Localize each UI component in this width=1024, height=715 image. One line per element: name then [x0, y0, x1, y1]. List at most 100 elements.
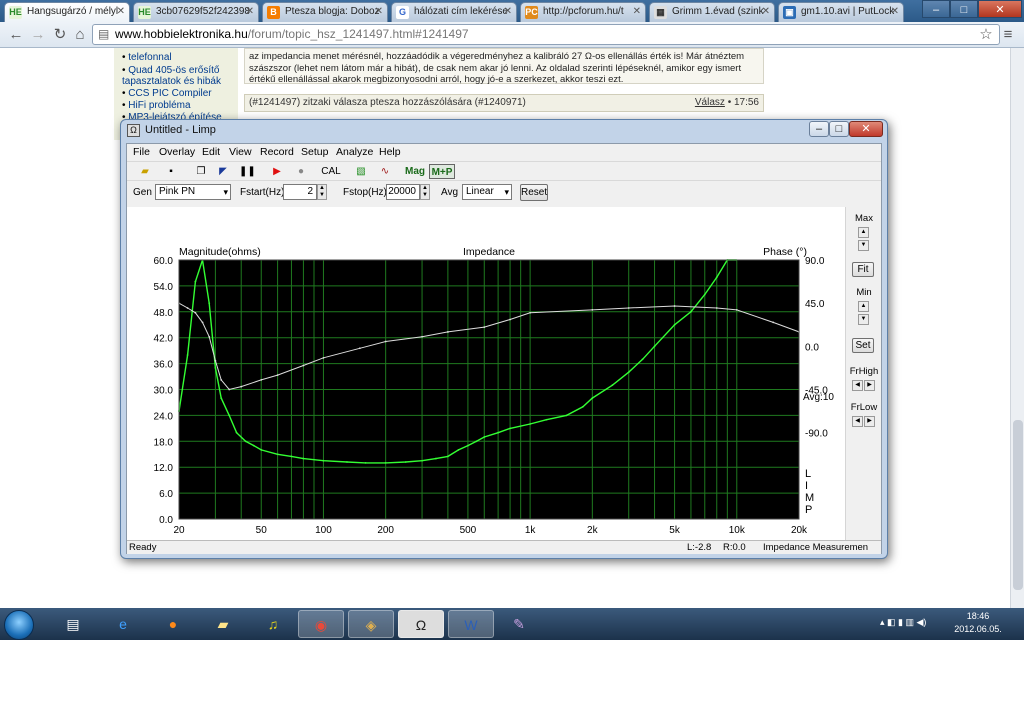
frlow-left-button[interactable]: ◀ — [852, 416, 863, 427]
status-mode: Impedance Measuremen — [763, 542, 869, 553]
page-scrollbar[interactable] — [1010, 48, 1024, 608]
system-tray[interactable]: ▴ ◧ ▮ ▥ ◀) — [880, 617, 926, 628]
menu-help[interactable]: Help — [379, 144, 401, 161]
magnitude-button[interactable]: Mag — [403, 164, 427, 179]
magnitude-point — [194, 280, 197, 283]
magnitude-point — [434, 457, 437, 460]
record-icon[interactable]: ● — [293, 164, 309, 179]
browser-minimize-button[interactable]: – — [922, 0, 950, 18]
explorer-icon[interactable]: ▤ — [50, 610, 96, 638]
limp-close-button[interactable]: ✕ — [849, 121, 883, 137]
home-icon[interactable]: ⌂ — [70, 25, 90, 45]
fstop-spinner[interactable]: ▲ ▼ — [420, 184, 430, 200]
menu-view[interactable]: View — [229, 144, 252, 161]
wrench-menu-icon[interactable]: ≡ — [998, 25, 1018, 45]
tab-close-icon[interactable]: ✕ — [762, 3, 770, 21]
back-arrow-icon[interactable]: ← — [6, 25, 26, 45]
magnitude-point — [186, 354, 189, 356]
reply-link[interactable]: Válasz — [695, 97, 725, 108]
reply-header-text: (#1241497) zitzaki válasza ptesza hozzás… — [249, 97, 526, 108]
media-player-icon[interactable]: ◈ — [348, 610, 394, 638]
browser-close-button[interactable]: ✕ — [978, 0, 1022, 18]
fstart-spinner[interactable]: ▲ ▼ — [317, 184, 327, 200]
scrollbar-thumb[interactable] — [1013, 420, 1023, 590]
address-bar[interactable]: ▤ www.hobbielektronika.hu/forum/topic_hs… — [92, 24, 1000, 45]
generator-select[interactable]: Pink PN — [155, 184, 231, 200]
save-disk-icon[interactable]: ▪ — [163, 164, 179, 179]
reply-header: (#1241497) zitzaki válasza ptesza hozzás… — [244, 94, 764, 112]
menu-analyze[interactable]: Analyze — [336, 144, 373, 161]
folder-icon[interactable]: ▰ — [200, 610, 246, 638]
y-tick-label: 54.0 — [154, 282, 174, 293]
mag-phase-button[interactable]: M+P — [429, 164, 455, 179]
firefox-icon[interactable]: ● — [150, 610, 196, 638]
sidebar-link-4[interactable]: HiFi probléma — [122, 100, 240, 111]
start-button[interactable] — [4, 610, 34, 640]
chart-svg[interactable]: 0.0 6.0 12.0 18.0 24.0 30.0 36.0 42.0 48.0 54.0 60… — [127, 207, 845, 552]
limp-minimize-button[interactable]: – — [809, 121, 829, 137]
copy-icon[interactable]: ❐ — [193, 164, 209, 179]
open-folder-icon[interactable]: ▰ — [137, 164, 153, 179]
browser-tab-3[interactable]: B Ptesza blogja: Doboz ✕ — [262, 2, 388, 22]
browser-tab-6[interactable]: ▦ Grimm 1.évad (szink ✕ — [649, 2, 775, 22]
tab-close-icon[interactable]: ✕ — [504, 3, 512, 21]
min-up-button[interactable]: ▲ — [858, 301, 869, 312]
menu-record[interactable]: Record — [260, 144, 294, 161]
magnitude-point — [467, 444, 469, 447]
sidebar-link-2[interactable]: Quad 405-ös erősítő tapasztalatok és hib… — [122, 65, 240, 87]
max-down-button[interactable]: ▼ — [858, 240, 869, 251]
menu-file[interactable]: File — [133, 144, 150, 161]
browser-tab-5[interactable]: PC http://pcforum.hu/t ✕ — [520, 2, 646, 22]
browser-maximize-button[interactable]: □ — [950, 0, 978, 18]
reset-button[interactable]: Reset — [520, 184, 548, 201]
taskbar-clock[interactable]: 18:46 2012.06.05. — [952, 610, 1004, 636]
fstart-input[interactable]: 2 — [283, 184, 317, 200]
limp-taskbar-icon[interactable]: Ω — [398, 610, 444, 638]
marker-icon[interactable]: ◤ — [215, 164, 231, 179]
magnitude-point — [653, 345, 656, 348]
browser-tab-1[interactable]: HE Hangsugárzó / mélyl ✕ — [4, 2, 130, 22]
tab-close-icon[interactable]: ✕ — [375, 3, 383, 21]
word-icon[interactable]: W — [448, 610, 494, 638]
internet-explorer-icon[interactable]: e — [100, 610, 146, 638]
forward-arrow-icon[interactable]: → — [28, 25, 48, 45]
avg-select[interactable]: Linear — [462, 184, 512, 200]
magnitude-point — [322, 459, 325, 462]
status-right-level: R:0.0 — [723, 542, 746, 553]
browser-tab-2[interactable]: HE 3cb07629f52f242398 ✕ — [133, 2, 259, 22]
wave-icon[interactable]: ∿ — [377, 164, 393, 179]
calibrate-button[interactable]: CAL — [319, 164, 343, 179]
magnitude-point — [214, 367, 217, 369]
fit-button[interactable]: Fit — [852, 262, 874, 277]
audio-app-icon[interactable]: ♫ — [250, 610, 296, 638]
sidebar-link-1[interactable]: telefonnal — [122, 52, 240, 63]
tab-close-icon[interactable]: ✕ — [117, 3, 125, 21]
menu-setup[interactable]: Setup — [301, 144, 328, 161]
tab-close-icon[interactable]: ✕ — [633, 3, 641, 21]
frhigh-right-button[interactable]: ▶ — [864, 380, 875, 391]
sidebar-link-3[interactable]: CCS PIC Compiler — [122, 88, 240, 99]
browser-tab-4[interactable]: Ghálózati cím lekérése ✕ — [391, 2, 517, 22]
tab-close-icon[interactable]: ✕ — [891, 3, 899, 21]
bookmark-star-icon[interactable]: ☆ — [976, 25, 996, 45]
max-up-button[interactable]: ▲ — [858, 227, 869, 238]
tab-close-icon[interactable]: ✕ — [246, 3, 254, 21]
magnitude-point — [302, 457, 305, 460]
menu-overlay[interactable]: Overlay — [159, 144, 195, 161]
fstop-input[interactable]: 20000 — [386, 184, 420, 200]
set-button[interactable]: Set — [852, 338, 874, 353]
pause-icon[interactable]: ❚❚ — [239, 164, 256, 179]
grid-icon[interactable]: ▧ — [353, 164, 369, 179]
paint-icon[interactable]: ✎ — [496, 610, 542, 638]
tab-label: Grimm 1.évad (szink — [672, 6, 764, 17]
browser-tab-7[interactable]: ▣ gm1.10.avi | PutLock ✕ — [778, 2, 904, 22]
frhigh-left-button[interactable]: ◀ — [852, 380, 863, 391]
reload-icon[interactable]: ↻ — [50, 25, 70, 45]
min-down-button[interactable]: ▼ — [858, 314, 869, 325]
menu-edit[interactable]: Edit — [202, 144, 220, 161]
frlow-right-button[interactable]: ▶ — [864, 416, 875, 427]
limp-maximize-button[interactable]: □ — [829, 121, 849, 137]
chrome-icon[interactable]: ◉ — [298, 610, 344, 638]
play-icon[interactable]: ▶ — [269, 164, 285, 179]
limp-title-bar[interactable]: Ω Untitled - Limp – □ ✕ — [121, 120, 887, 142]
